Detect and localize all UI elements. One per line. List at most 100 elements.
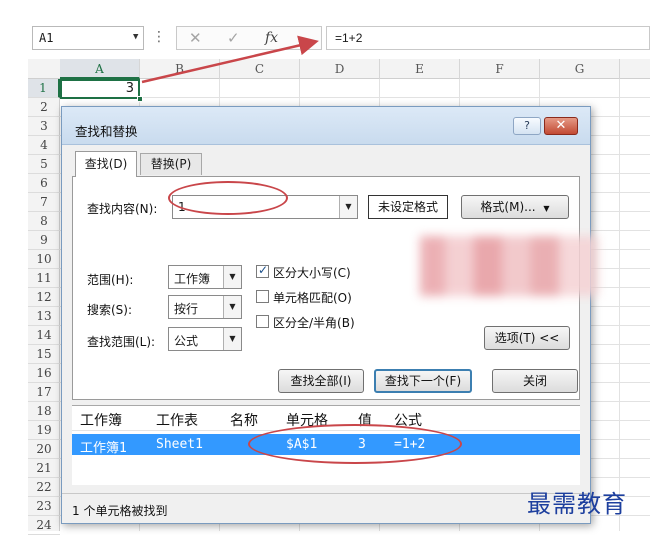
row-header-1[interactable]: 1 bbox=[28, 79, 60, 98]
find-all-button[interactable]: 查找全部(I) bbox=[278, 369, 364, 393]
results-header-cell[interactable]: 单元格 bbox=[286, 410, 328, 430]
results-header-formula[interactable]: 公式 bbox=[394, 410, 422, 430]
row-header-10[interactable]: 10 bbox=[28, 250, 60, 269]
chevron-down-icon: ▼ bbox=[543, 204, 550, 213]
find-next-button[interactable]: 查找下一个(F) bbox=[374, 369, 472, 393]
table-row[interactable]: 工作簿1 Sheet1 $A$1 3 =1+2 bbox=[72, 434, 580, 456]
chevron-down-icon[interactable]: ▼ bbox=[223, 266, 241, 288]
tab-find[interactable]: 查找(D) bbox=[75, 151, 137, 177]
no-format-indicator: 未设定格式 bbox=[368, 195, 448, 219]
row-header-18[interactable]: 18 bbox=[28, 402, 60, 421]
row-header-17[interactable]: 17 bbox=[28, 383, 60, 402]
row-header-22[interactable]: 22 bbox=[28, 478, 60, 497]
row-header-20[interactable]: 20 bbox=[28, 440, 60, 459]
column-header-b[interactable]: B bbox=[140, 59, 220, 79]
options-button[interactable]: 选项(T) << bbox=[484, 326, 570, 350]
redacted-region bbox=[420, 236, 598, 296]
row-header-13[interactable]: 13 bbox=[28, 307, 60, 326]
check-icon[interactable]: ✓ bbox=[227, 29, 240, 47]
checkmark-icon: ✓ bbox=[258, 263, 269, 277]
row-header-3[interactable]: 3 bbox=[28, 117, 60, 136]
watermark: 最需教育 bbox=[527, 490, 627, 518]
row-header-15[interactable]: 15 bbox=[28, 345, 60, 364]
name-box-value: A1 bbox=[39, 31, 54, 45]
search-value: 按行 bbox=[174, 302, 199, 316]
look-in-select[interactable]: 公式 ▼ bbox=[168, 327, 242, 351]
format-button[interactable]: 格式(M)... ▼ bbox=[461, 195, 569, 219]
tab-replace[interactable]: 替换(P) bbox=[140, 153, 202, 175]
match-cell-label[interactable]: 单元格匹配(O) bbox=[273, 289, 352, 306]
row-header-11[interactable]: 11 bbox=[28, 269, 60, 288]
match-width-checkbox[interactable] bbox=[256, 315, 269, 328]
results-header: 工作簿 工作表 名称 单元格 值 公式 bbox=[72, 405, 580, 431]
results-header-value[interactable]: 值 bbox=[358, 410, 372, 430]
look-in-value: 公式 bbox=[174, 334, 199, 348]
row-header-16[interactable]: 16 bbox=[28, 364, 60, 383]
row-header-8[interactable]: 8 bbox=[28, 212, 60, 231]
row-header-12[interactable]: 12 bbox=[28, 288, 60, 307]
find-what-label: 查找内容(N): bbox=[87, 202, 158, 216]
row-header-6[interactable]: 6 bbox=[28, 174, 60, 193]
status-text: 1 个单元格被找到 bbox=[72, 504, 168, 518]
close-window-button[interactable]: ✕ bbox=[544, 117, 578, 135]
format-button-label: 格式(M)... bbox=[480, 200, 536, 214]
column-header-d[interactable]: D bbox=[300, 59, 380, 79]
row-header-24[interactable]: 24 bbox=[28, 516, 60, 535]
row-header-23[interactable]: 23 bbox=[28, 497, 60, 516]
results-header-sheet[interactable]: 工作表 bbox=[156, 410, 198, 430]
name-box[interactable]: A1 ▼ bbox=[32, 26, 144, 50]
results-list: 工作簿1 Sheet1 $A$1 3 =1+2 bbox=[72, 431, 580, 485]
chevron-down-icon[interactable]: ▼ bbox=[339, 196, 357, 218]
row-header-5[interactable]: 5 bbox=[28, 155, 60, 174]
column-header-c[interactable]: C bbox=[220, 59, 300, 79]
match-case-checkbox[interactable]: ✓ bbox=[256, 263, 269, 278]
chevron-down-icon[interactable]: ▼ bbox=[133, 32, 138, 42]
formula-bar: A1 ▼ ⋮ ✕ ✓ fx =1+2 bbox=[28, 26, 650, 52]
within-select[interactable]: 工作簿 ▼ bbox=[168, 265, 242, 289]
dialog-titlebar[interactable]: 查找和替换 ? ✕ bbox=[62, 107, 590, 145]
row-header-21[interactable]: 21 bbox=[28, 459, 60, 478]
cancel-icon[interactable]: ✕ bbox=[189, 29, 202, 47]
row-header: 1 2 3 4 5 6 7 8 9 10 11 12 13 14 15 16 17 18 19 20 21 22 23 24 bbox=[28, 79, 60, 535]
result-formula: =1+2 bbox=[394, 437, 426, 452]
help-button[interactable]: ? bbox=[513, 117, 541, 135]
column-header-g[interactable]: G bbox=[540, 59, 620, 79]
column-header-e[interactable]: E bbox=[380, 59, 460, 79]
within-value: 工作簿 bbox=[174, 272, 211, 286]
chevron-down-icon[interactable]: ▼ bbox=[223, 328, 241, 350]
find-what-border: ▼ bbox=[172, 195, 358, 219]
result-value: 3 bbox=[358, 437, 366, 452]
result-sheet: Sheet1 bbox=[156, 437, 203, 452]
column-header-f[interactable]: F bbox=[460, 59, 540, 79]
status-bar: 1 个单元格被找到 bbox=[62, 493, 590, 523]
results-header-name[interactable]: 名称 bbox=[230, 410, 258, 430]
match-case-label[interactable]: 区分大小写(C) bbox=[273, 264, 351, 281]
results-header-workbook[interactable]: 工作簿 bbox=[80, 410, 122, 430]
result-cell: $A$1 bbox=[286, 437, 318, 452]
dialog-title: 查找和替换 bbox=[75, 124, 138, 139]
search-label: 搜索(S): bbox=[87, 303, 133, 317]
fill-handle[interactable] bbox=[137, 96, 143, 102]
row-header-2[interactable]: 2 bbox=[28, 98, 60, 117]
fx-icon[interactable]: fx bbox=[265, 30, 278, 46]
chevron-down-icon[interactable]: ▼ bbox=[223, 296, 241, 318]
row-header-9[interactable]: 9 bbox=[28, 231, 60, 250]
formula-input[interactable]: =1+2 bbox=[326, 26, 650, 50]
row-header-4[interactable]: 4 bbox=[28, 136, 60, 155]
look-in-label: 查找范围(L): bbox=[87, 335, 156, 349]
cell-a1[interactable]: 3 bbox=[60, 79, 140, 99]
row-header-14[interactable]: 14 bbox=[28, 326, 60, 345]
match-width-label[interactable]: 区分全/半角(B) bbox=[273, 314, 355, 331]
result-workbook: 工作簿1 bbox=[80, 441, 127, 456]
column-header: A B C D E F G bbox=[28, 59, 650, 79]
formula-buttons: ✕ ✓ fx bbox=[176, 26, 322, 50]
within-label: 范围(H): bbox=[87, 273, 134, 287]
close-button[interactable]: 关闭 bbox=[492, 369, 578, 393]
match-cell-checkbox[interactable] bbox=[256, 290, 269, 303]
row-header-19[interactable]: 19 bbox=[28, 421, 60, 440]
more-vertical-icon: ⋮ bbox=[152, 29, 166, 45]
row-header-7[interactable]: 7 bbox=[28, 193, 60, 212]
find-replace-dialog: 查找和替换 ? ✕ 查找(D) 替换(P) 查找内容(N): 1 ▼ 未设定格式… bbox=[61, 106, 591, 524]
search-select[interactable]: 按行 ▼ bbox=[168, 295, 242, 319]
column-header-a[interactable]: A bbox=[60, 59, 140, 79]
